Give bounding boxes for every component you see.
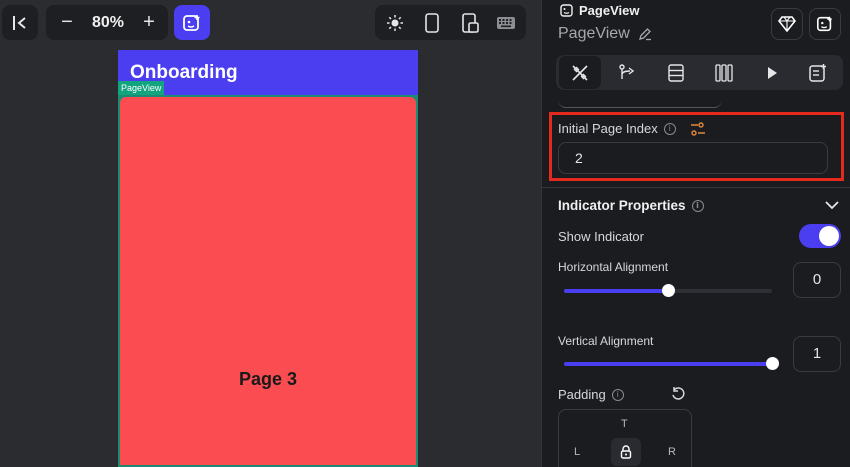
widget-name-label: PageView [558, 25, 630, 42]
horizontal-alignment-label: Horizontal Alignment [558, 260, 669, 274]
ai-widget-button[interactable] [809, 8, 841, 40]
pageview-widget[interactable]: Page 3 [118, 95, 418, 467]
slider-thumb[interactable] [662, 284, 675, 297]
padding-top[interactable]: T [621, 418, 628, 430]
indicator-properties-header[interactable]: Indicator Properties i [558, 198, 704, 213]
horizontal-alignment-value[interactable]: 0 [793, 262, 841, 298]
collapse-toolbar [2, 5, 38, 40]
edit-icon[interactable] [638, 27, 652, 41]
device-toolbar [375, 5, 526, 40]
sidebar-collapse-icon [13, 15, 26, 30]
phone-view-button[interactable] [414, 5, 450, 40]
panel-tabs [556, 55, 843, 90]
slider-fill [564, 362, 772, 366]
page-container[interactable]: Page 3 [120, 97, 416, 465]
variable-binding-icon[interactable] [690, 121, 706, 136]
chevron-down-icon[interactable] [824, 197, 840, 213]
properties-panel: PageView PageView Initial Page Index i 2… [541, 0, 850, 467]
pageview-icon [560, 4, 573, 17]
section-divider [542, 187, 850, 188]
play-icon [768, 66, 777, 79]
properties-icon [572, 64, 588, 81]
database-icon [668, 63, 684, 82]
tab-layout[interactable] [702, 55, 746, 90]
widget-type-label: PageView [579, 3, 640, 18]
padding-editor: T L R [558, 409, 692, 467]
tab-actions[interactable] [606, 55, 650, 90]
padding-text: Padding [558, 387, 606, 402]
tab-properties[interactable] [558, 55, 602, 90]
widget-type-header: PageView [560, 3, 639, 18]
toggle-knob [819, 226, 839, 246]
page-label: Page 3 [238, 369, 298, 389]
slider-fill [564, 289, 668, 293]
vertical-alignment-label: Vertical Alignment [558, 334, 654, 348]
lock-icon [620, 445, 632, 459]
tab-backend-query[interactable] [654, 55, 698, 90]
canvas-area: − 80% + Onboarding PageView Page 3 [0, 0, 541, 467]
tablet-icon [462, 12, 479, 33]
phone-icon [425, 12, 439, 33]
tablet-view-button[interactable] [452, 5, 488, 40]
info-icon[interactable]: i [611, 388, 624, 401]
show-indicator-toggle[interactable] [799, 224, 841, 248]
theme-toggle-button[interactable] [377, 5, 413, 40]
padding-label: Padding i [558, 387, 624, 402]
info-icon[interactable]: i [691, 199, 704, 212]
sidebar-collapse-button[interactable] [2, 5, 38, 40]
widget-name-field[interactable]: PageView [558, 25, 652, 43]
premium-button[interactable] [771, 8, 803, 40]
phone-preview: Onboarding PageView Page 3 [118, 50, 418, 467]
tab-notes[interactable] [796, 55, 840, 90]
vertical-alignment-slider[interactable] [564, 357, 779, 370]
keyboard-toggle-button[interactable] [488, 5, 524, 40]
app-bar[interactable]: Onboarding PageView [118, 50, 418, 95]
keyboard-icon [497, 16, 515, 29]
reset-icon[interactable] [670, 386, 686, 402]
info-icon[interactable]: i [663, 122, 676, 135]
zoom-control: − 80% + [46, 5, 168, 40]
indicator-properties-title: Indicator Properties [558, 198, 686, 213]
sun-icon [387, 14, 403, 31]
ai-assist-icon [816, 16, 832, 32]
zoom-in-button[interactable]: + [136, 5, 162, 40]
initial-page-index-label: Initial Page Index i [558, 121, 706, 136]
widget-selection-tag: PageView [118, 81, 165, 95]
horizontal-alignment-slider[interactable] [564, 284, 772, 297]
vertical-alignment-value[interactable]: 1 [793, 336, 841, 372]
zoom-out-button[interactable]: − [54, 5, 80, 40]
diamond-icon [778, 16, 796, 32]
tab-preview[interactable] [750, 55, 794, 90]
initial-page-index-text: Initial Page Index [558, 121, 658, 136]
actions-icon [619, 63, 635, 79]
padding-left[interactable]: L [574, 446, 580, 458]
ai-assist-button[interactable] [174, 5, 210, 40]
initial-page-index-input[interactable]: 2 [558, 142, 828, 174]
layout-icon [715, 63, 733, 82]
show-indicator-label: Show Indicator [558, 229, 644, 244]
ai-assist-icon [183, 14, 200, 31]
zoom-level: 80% [91, 14, 125, 31]
padding-lock-button[interactable] [611, 438, 641, 466]
slider-thumb[interactable] [766, 357, 779, 370]
notes-icon [809, 63, 826, 82]
padding-right[interactable]: R [668, 446, 676, 458]
tab-underline [558, 96, 722, 108]
